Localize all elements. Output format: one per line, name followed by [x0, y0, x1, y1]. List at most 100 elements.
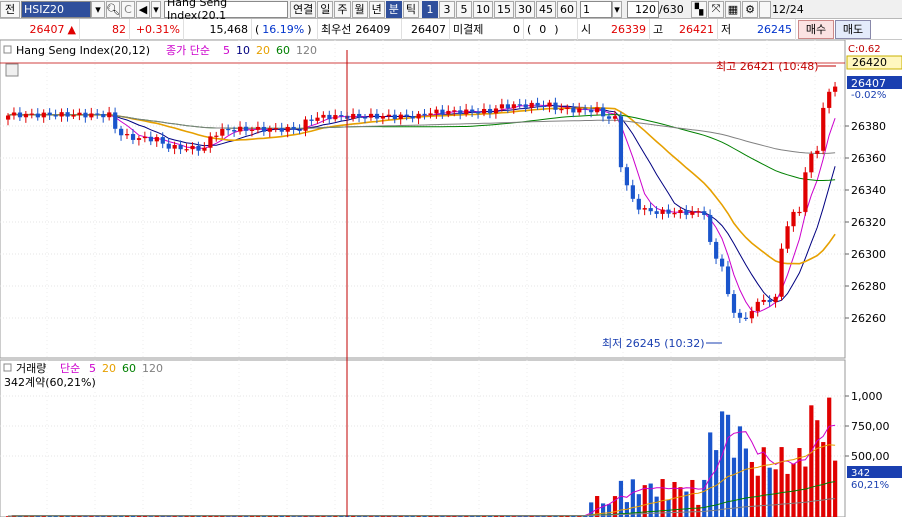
candle-body [749, 311, 754, 319]
volume-legend-name: 거래량 [16, 362, 46, 375]
chart-svg[interactable]: Hang Seng Index(20,12) 종가 단순 5 10 20 60 120 … [0, 39, 902, 518]
sound-dropdown-icon[interactable]: ▾ [151, 0, 161, 18]
candle-body [529, 102, 534, 108]
corner-label: C:0.62 [848, 44, 881, 55]
volume-bar [714, 450, 719, 517]
candle-body [125, 134, 130, 136]
interval-buttons: 1 3 5 10 15 30 45 60 [422, 0, 578, 18]
checkbox-icon[interactable] [759, 0, 771, 18]
candle-body [422, 113, 427, 116]
buy-button[interactable]: 매수 [798, 19, 834, 39]
period-button-1[interactable]: 일 [317, 0, 334, 18]
period-button-3[interactable]: 월 [351, 0, 368, 18]
volume-legend-ma-120: 120 [142, 362, 163, 375]
period-button-0[interactable]: 연결 [290, 0, 317, 18]
candle-body [65, 112, 70, 117]
candle-body [339, 115, 344, 117]
sell-button[interactable]: 매도 [835, 19, 871, 39]
candle-body [154, 137, 159, 142]
candle-body [267, 128, 272, 132]
price-change-pct: +0.31% [130, 18, 184, 40]
symbol-input[interactable]: HSIZ20 [21, 0, 91, 18]
candle-body [666, 209, 671, 214]
open-price: 시 26339 [578, 18, 650, 40]
volume-current-pct: 60,21% [851, 480, 889, 491]
link-icon[interactable]: C [121, 0, 135, 18]
gear-icon[interactable]: ⚙ [742, 0, 758, 18]
sound-icon[interactable]: ◀ [136, 0, 150, 18]
volume-legend-toggle-icon[interactable] [3, 363, 12, 372]
candle-body [380, 116, 386, 119]
best-ask: 26407 [402, 18, 450, 40]
grid-icon[interactable]: ▦ [725, 0, 741, 18]
candle-body [553, 102, 558, 110]
price-axis: 26380 26360 26340 26320 26300 26280 26260 [845, 120, 886, 325]
period-button-6[interactable]: 틱 [402, 0, 419, 18]
interval-button-4[interactable]: 15 [494, 0, 514, 18]
candle-body [737, 312, 743, 318]
volume-bar [785, 473, 790, 517]
candle-body [434, 109, 439, 114]
period-button-5[interactable]: 분 [385, 0, 402, 18]
price-tick-26360: 26360 [851, 152, 886, 165]
interval-button-0[interactable]: 1 [422, 0, 438, 18]
price-tick-26260: 26260 [851, 312, 886, 325]
volume-value: 15,468 [184, 18, 252, 40]
count-input[interactable]: 120 [627, 0, 659, 18]
candle-body [517, 104, 522, 106]
candle-body [487, 108, 493, 114]
candle-body [589, 109, 594, 113]
price-legend-ma-60: 60 [276, 44, 290, 57]
interval-button-5[interactable]: 30 [515, 0, 535, 18]
volume-axis: 1,000 750,00 500,00 [845, 390, 890, 463]
candle-body [148, 136, 153, 142]
interval-button-7[interactable]: 60 [557, 0, 577, 18]
interval-select[interactable]: 1 [580, 0, 612, 18]
candle-body [172, 144, 177, 149]
candle-body [725, 266, 731, 295]
interval-button-6[interactable]: 45 [536, 0, 556, 18]
candle-body [803, 172, 808, 212]
candle-body [440, 109, 445, 115]
volume-legend-label: 단순 [60, 362, 80, 375]
candle-body [95, 113, 100, 115]
symbol-dropdown-icon[interactable]: ▾ [91, 0, 105, 18]
period-button-4[interactable]: 년 [368, 0, 385, 18]
menu-prefix[interactable]: 전 [0, 0, 20, 18]
candle-body [791, 211, 796, 227]
price-legend-ma-120: 120 [296, 44, 317, 57]
candle-body [821, 107, 826, 151]
candle-body [214, 135, 219, 137]
candle-body [333, 115, 338, 120]
candle-body [226, 128, 231, 131]
candle-body [6, 115, 11, 120]
search-icon[interactable]: 🔍︎ [106, 0, 120, 18]
interval-dropdown-icon[interactable]: ▾ [612, 0, 622, 18]
candle-body [392, 114, 397, 120]
period-button-2[interactable]: 주 [334, 0, 351, 18]
candle-body [285, 126, 290, 132]
candle-body [255, 126, 261, 130]
bars-icon[interactable]: ▚ [691, 0, 707, 18]
candle-body [249, 129, 255, 131]
calendar-icon[interactable] [5, 63, 19, 77]
volume-bar [618, 480, 624, 517]
price-legend-name: Hang Seng Index(20,12) [16, 44, 150, 57]
cross-icon[interactable]: ⤧ [708, 0, 724, 18]
candle-body [577, 108, 582, 113]
volume-bar [630, 479, 635, 517]
candle-body [606, 116, 612, 119]
price-legend-ma-10: 10 [236, 44, 250, 57]
volume-bar [791, 463, 796, 517]
candle-body [196, 145, 201, 151]
legend-toggle-icon[interactable] [3, 45, 12, 54]
interval-button-2[interactable]: 5 [456, 0, 472, 18]
title-input[interactable]: Hang Seng Index(20.1 [164, 0, 288, 22]
candle-body [89, 113, 94, 118]
interval-button-3[interactable]: 10 [473, 0, 493, 18]
volume-bar [803, 466, 808, 517]
chart-area[interactable]: Hang Seng Index(20,12) 종가 단순 5 10 20 60 120 … [0, 39, 902, 518]
candle-body [113, 112, 118, 129]
candle-body [184, 149, 189, 151]
interval-button-1[interactable]: 3 [439, 0, 455, 18]
